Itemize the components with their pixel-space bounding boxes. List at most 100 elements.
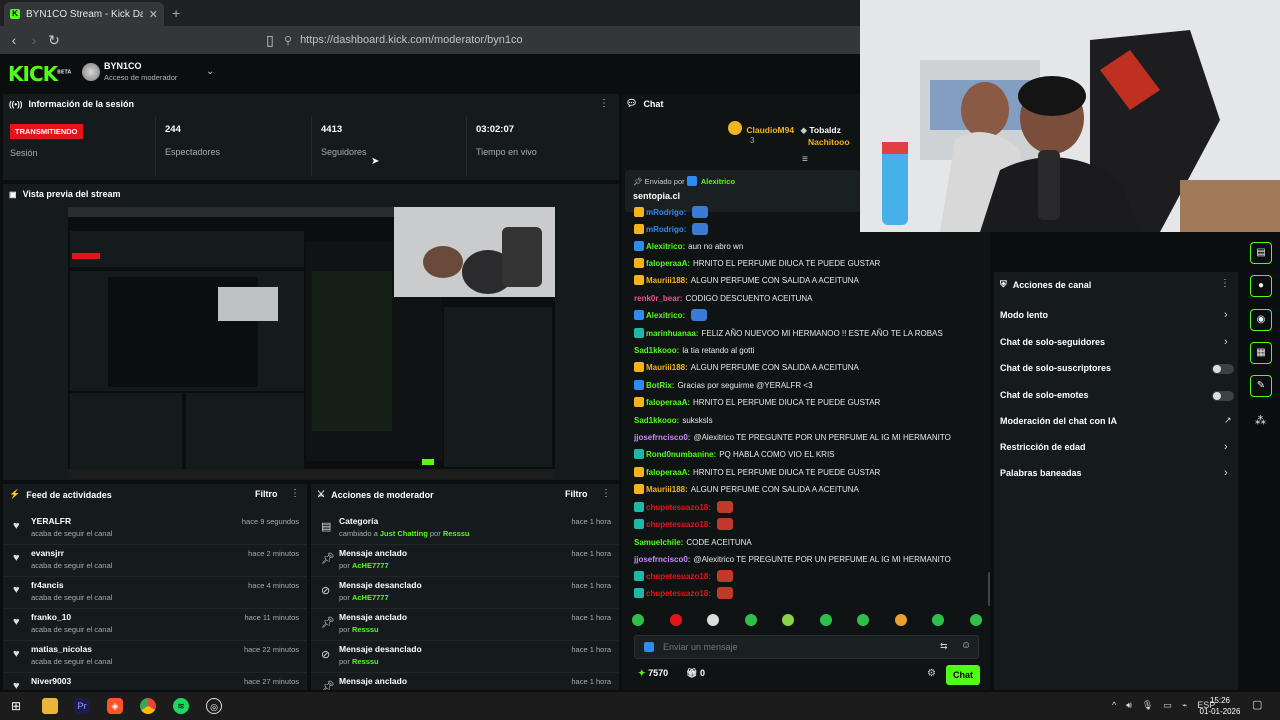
chat-username[interactable]: jjosefrncisco0: xyxy=(634,433,690,442)
subscribers-only-toggle[interactable] xyxy=(1212,364,1234,374)
premiere-pro-icon[interactable]: Pr xyxy=(74,698,90,714)
forward-icon[interactable]: › xyxy=(24,32,44,48)
network-icon[interactable]: ▭ xyxy=(1163,700,1172,711)
age-restriction-item[interactable]: Restricción de edad xyxy=(1000,442,1086,452)
chat-username[interactable]: Alexitrico: xyxy=(646,311,685,320)
emote-icon[interactable] xyxy=(857,614,870,626)
feed-row[interactable]: ♥ YERALFR acaba de seguir el canal hace 9 s… xyxy=(3,513,307,545)
emote-icon[interactable] xyxy=(969,614,982,626)
taskbar-clock[interactable]: 15:26 01-01-2026 xyxy=(1198,696,1242,716)
add-widget-icon[interactable]: ⁂ xyxy=(1255,414,1266,427)
chat-username[interactable]: mRodrigo: xyxy=(646,208,686,217)
chat-username[interactable]: BotRix: xyxy=(646,381,674,390)
chat-message[interactable]: mRodrigo: xyxy=(634,223,709,237)
chat-icon[interactable]: ● xyxy=(1250,275,1272,297)
chat-username[interactable]: Alexitrico: xyxy=(646,242,685,251)
chevron-right-icon[interactable]: › xyxy=(1224,467,1228,479)
chat-message[interactable]: faloperaaA: HRNITO EL PERFUME DIUCA TE PU… xyxy=(634,257,880,271)
notifications-icon[interactable]: ▢ xyxy=(1252,698,1262,711)
more-options-icon[interactable]: ⋮ xyxy=(601,488,611,499)
chat-username[interactable]: marinhuanaa: xyxy=(646,329,698,338)
leader-2-name[interactable]: Tobaldz xyxy=(809,125,840,135)
chat-message[interactable]: marinhuanaa: FELIZ AÑO NUEVOO MI HERMANOO… xyxy=(634,327,943,341)
chat-username[interactable]: Samuelchile: xyxy=(634,538,683,547)
bookmark-icon[interactable]: ▯ xyxy=(260,32,280,49)
feed-row[interactable]: ♥ Niver9003 hace 27 minutos xyxy=(3,673,307,690)
site-info-icon[interactable]: ⚲ xyxy=(284,34,292,47)
volume-icon[interactable]: 🔊︎ xyxy=(1126,700,1132,711)
spotify-icon[interactable]: ≋ xyxy=(173,698,189,714)
channel-switch-chevron-icon[interactable]: ⌄ xyxy=(206,66,214,77)
shortcuts-icon[interactable]: ⇆ xyxy=(940,641,948,652)
chat-message[interactable]: Alexitrico: xyxy=(634,309,708,323)
chat-username[interactable]: Mauriii188: xyxy=(646,363,688,372)
more-options-icon[interactable]: ⋮ xyxy=(1220,278,1230,289)
chat-message[interactable]: Sad1kkooo: suksksls xyxy=(634,414,713,428)
chat-username[interactable]: faloperaaA: xyxy=(646,468,690,477)
chevron-right-icon[interactable]: › xyxy=(1224,309,1228,321)
banned-words-item[interactable]: Palabras baneadas xyxy=(1000,468,1082,478)
usb-icon[interactable]: ⌁ xyxy=(1182,700,1187,711)
new-tab-icon[interactable]: + xyxy=(172,5,180,21)
slow-mode-item[interactable]: Modo lento xyxy=(1000,310,1048,320)
microphone-icon[interactable]: 🎙︎ xyxy=(1142,700,1153,711)
collapse-leaderboard-icon[interactable]: ≡ xyxy=(802,154,808,165)
chevron-right-icon[interactable]: › xyxy=(1224,441,1228,453)
modaction-row[interactable]: ⊘ Mensaje desanclado por Resssu hace 1 hora xyxy=(311,641,619,673)
stream-preview-video[interactable] xyxy=(68,207,555,479)
chat-username[interactable]: chupetesuazo18: xyxy=(646,589,711,598)
chat-input[interactable] xyxy=(663,640,903,654)
modaction-row[interactable]: 📌︎ Mensaje anclado por AcHE7777 hace 1 hora xyxy=(311,545,619,577)
chat-username[interactable]: faloperaaA: xyxy=(646,259,690,268)
chat-message[interactable]: jjosefrncisco0: @Alexitrico TE PREGUNTE P… xyxy=(634,553,951,567)
chat-message[interactable]: jjosefrncisco0: @Alexitrico TE PREGUNTE P… xyxy=(634,431,951,445)
feed-row[interactable]: ♥ evansjrr acaba de seguir el canal hace 2 … xyxy=(3,545,307,577)
broadcast-icon[interactable]: ◉ xyxy=(1250,309,1272,331)
chat-message[interactable]: renk0r_bear: CODIGO DESCUENTO ACEITUNA xyxy=(634,292,812,306)
chat-send-button[interactable]: Chat xyxy=(946,665,980,685)
chat-username[interactable]: Sad1kkooo: xyxy=(634,416,679,425)
feed-filter-button[interactable]: Filtro xyxy=(255,489,278,499)
reload-icon[interactable]: ↻ xyxy=(44,32,64,49)
emote-icon[interactable] xyxy=(894,614,907,626)
tray-expand-icon[interactable]: ^ xyxy=(1112,700,1116,711)
chat-username[interactable]: Sad1kkooo: xyxy=(634,346,679,355)
chevron-right-icon[interactable]: › xyxy=(1224,336,1228,348)
modaction-row[interactable]: ▤ Categoría cambiado a Just Chatting por R… xyxy=(311,513,619,545)
chrome-icon[interactable] xyxy=(140,698,156,714)
feed-row[interactable]: ♥ matias_nicolas acaba de seguir el canal h… xyxy=(3,641,307,673)
chat-username[interactable]: faloperaaA: xyxy=(646,398,690,407)
file-explorer-icon[interactable] xyxy=(42,698,58,714)
emote-icon[interactable] xyxy=(707,614,720,626)
emote-icon[interactable] xyxy=(632,614,644,626)
leader-3-name[interactable]: Nachitooo xyxy=(808,137,850,147)
chat-message[interactable]: Mauriii188: ALGUN PERFUME CON SALIDA A AC… xyxy=(634,483,859,497)
channel-points[interactable]: ✦ 7570 xyxy=(638,668,668,679)
followers-only-item[interactable]: Chat de solo-seguidores xyxy=(1000,337,1105,347)
chat-username[interactable]: Mauriii188: xyxy=(646,485,688,494)
kick-logo[interactable]: KICKBETA xyxy=(8,62,71,86)
chat-message[interactable]: faloperaaA: HRNITO EL PERFUME DIUCA TE PU… xyxy=(634,466,880,480)
leader-1-name[interactable]: ClaudioM94 xyxy=(746,125,794,135)
emote-icon[interactable] xyxy=(932,614,945,626)
gift-subs[interactable]: 🎁︎ 0 xyxy=(686,668,705,679)
modaction-row[interactable]: 📌︎ Mensaje anclado por Resssu hace 1 hora xyxy=(311,609,619,641)
windows-start-icon[interactable]: ⊞ xyxy=(8,698,24,714)
modactions-filter-button[interactable]: Filtro xyxy=(565,489,588,499)
chat-message[interactable]: chupetesuazo18: xyxy=(634,501,733,515)
chat-username[interactable]: chupetesuazo18: xyxy=(646,520,711,529)
emotes-only-toggle[interactable] xyxy=(1212,391,1234,401)
chat-message[interactable]: chupetesuazo18: xyxy=(634,587,733,601)
more-options-icon[interactable]: ⋮ xyxy=(599,98,609,109)
chat-message[interactable]: Mauriii188: ALGUN PERFUME CON SALIDA A AC… xyxy=(634,274,859,288)
chat-message[interactable]: Sad1kkooo: la tia retando al gotti xyxy=(634,344,754,358)
chat-username[interactable]: chupetesuazo18: xyxy=(646,572,711,581)
chat-message[interactable]: mRodrigo: xyxy=(634,206,709,220)
chat-message[interactable]: Alexitrico: aun no abro wn xyxy=(634,240,743,254)
url-field[interactable]: ⚲ https://dashboard.kick.com/moderator/b… xyxy=(284,30,844,50)
close-tab-icon[interactable]: ✕ xyxy=(149,8,158,21)
moderation-icon[interactable]: ▦ xyxy=(1250,342,1272,364)
chat-message[interactable]: Mauriii188: ALGUN PERFUME CON SALIDA A AC… xyxy=(634,361,859,375)
emoji-icon[interactable]: ☺ xyxy=(961,640,971,651)
chat-message[interactable]: Samuelchile: CODE ACEITUNA xyxy=(634,536,752,550)
